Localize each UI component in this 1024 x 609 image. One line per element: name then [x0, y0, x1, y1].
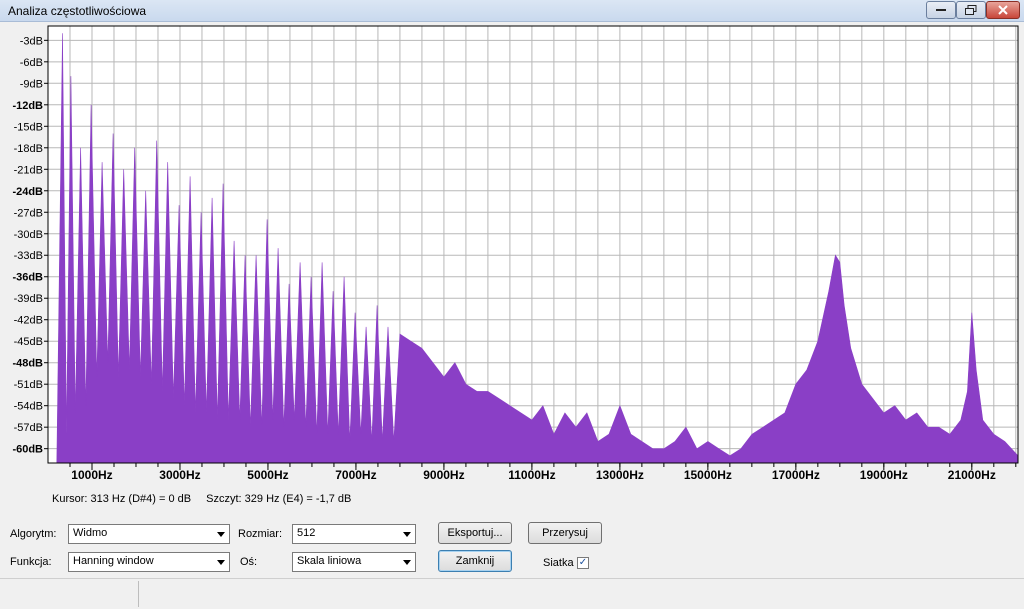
y-tick-label: -57dB [14, 422, 43, 434]
function-select[interactable]: Hanning window [68, 552, 230, 572]
cursor-readout: Kursor: 313 Hz (D#4) = 0 dB [52, 493, 192, 505]
x-tick-label: 7000Hz [335, 468, 376, 482]
chevron-down-icon [403, 560, 411, 565]
x-tick-label: 3000Hz [159, 468, 200, 482]
chevron-down-icon [217, 532, 225, 537]
spectrum-chart[interactable]: -3dB -6dB -9dB -12dB -15dB -18dB -21dB -24dB -27… [0, 22, 1024, 488]
close-icon [998, 5, 1008, 15]
x-tick-label: 15000Hz [684, 468, 732, 482]
y-tick-label: -9dB [20, 78, 43, 90]
algorithm-label: Algorytm: [10, 528, 57, 540]
y-tick-label: -27dB [14, 207, 43, 219]
close-button[interactable]: Zamknij [438, 550, 512, 572]
y-tick-label: -24dB [12, 186, 43, 198]
status-bar [0, 578, 1024, 609]
function-value: Hanning window [73, 555, 154, 567]
y-tick-label: -51dB [14, 379, 43, 391]
x-tick-label: 19000Hz [860, 468, 908, 482]
y-tick-label: -45dB [14, 336, 43, 348]
minimize-icon [936, 9, 946, 11]
x-tick-label: 21000Hz [948, 468, 996, 482]
x-tick-label: 1000Hz [71, 468, 112, 482]
y-tick-label: -15dB [14, 121, 43, 133]
minimize-button[interactable] [926, 1, 956, 19]
redraw-button[interactable]: Przerysuj [528, 522, 602, 544]
function-label: Funkcja: [10, 556, 52, 568]
x-tick-label: 5000Hz [247, 468, 288, 482]
x-tick-label: 9000Hz [423, 468, 464, 482]
y-tick-label: -6dB [20, 57, 43, 69]
checkmark-icon: ✓ [578, 557, 588, 568]
axis-value: Skala liniowa [297, 555, 362, 567]
y-tick-label: -42dB [14, 315, 43, 327]
y-tick-label: -18dB [14, 143, 43, 155]
axis-select[interactable]: Skala liniowa [292, 552, 416, 572]
y-tick-label: -54dB [14, 401, 43, 413]
y-tick-label: -48dB [12, 358, 43, 370]
y-tick-label: -3dB [20, 35, 43, 47]
close-window-button[interactable] [986, 1, 1020, 19]
y-tick-label: -21dB [14, 164, 43, 176]
size-value: 512 [297, 527, 316, 539]
status-bar-divider [138, 581, 139, 607]
title-bar: Analiza częstotliwościowa [0, 0, 1024, 22]
grid-checkbox[interactable]: ✓ [577, 557, 589, 569]
export-button[interactable]: Eksportuj... [438, 522, 512, 544]
size-label: Rozmiar: [238, 528, 283, 540]
y-tick-label: -36dB [12, 272, 43, 284]
chevron-down-icon [403, 532, 411, 537]
y-tick-label: -39dB [14, 293, 43, 305]
algorithm-select[interactable]: Widmo [68, 524, 230, 544]
axis-label: Oś: [240, 556, 258, 568]
size-select[interactable]: 512 [292, 524, 416, 544]
y-tick-label: -12dB [12, 100, 43, 112]
peak-readout: Szczyt: 329 Hz (E4) = -1,7 dB [206, 493, 352, 505]
x-tick-label: 17000Hz [772, 468, 820, 482]
grid-label: Siatka [543, 557, 574, 569]
y-tick-label: -60dB [12, 444, 43, 456]
algorithm-value: Widmo [73, 527, 108, 539]
x-tick-label: 13000Hz [596, 468, 644, 482]
window-title: Analiza częstotliwościowa [8, 4, 147, 18]
y-tick-label: -30dB [14, 229, 43, 241]
spectrum-plot[interactable]: -3dB -6dB -9dB -12dB -15dB -18dB -21dB -24dB -27… [0, 22, 1024, 488]
restore-button[interactable] [956, 1, 986, 19]
restore-icon [965, 5, 977, 15]
x-tick-label: 11000Hz [508, 468, 555, 482]
chevron-down-icon [217, 560, 225, 565]
y-tick-label: -33dB [14, 250, 43, 262]
status-line: Kursor: 313 Hz (D#4) = 0 dB Szczyt: 329 … [52, 493, 363, 505]
